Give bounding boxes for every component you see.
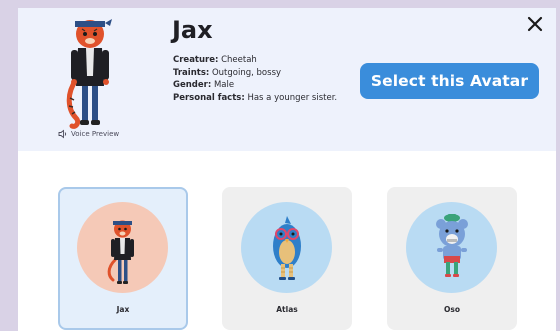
fact-value: Male: [213, 80, 235, 90]
avatar-card-jax[interactable]: Jax: [58, 187, 188, 330]
avatar-detail-header: Voice Preview Jax Creature: Cheetah Trai…: [18, 8, 556, 151]
fact-value: Has a younger sister.: [247, 92, 338, 103]
select-avatar-button[interactable]: Select this Avatar: [360, 63, 539, 99]
close-icon[interactable]: [524, 13, 546, 35]
avatar-card-label: Atlas: [276, 305, 298, 314]
fact-label: Creature:: [173, 55, 219, 65]
avatar-thumbnail: [241, 202, 332, 293]
avatar-thumbnail: [77, 202, 168, 293]
voice-preview-button[interactable]: Voice Preview: [58, 129, 119, 139]
fact-personal: Personal facts: Has a younger sister.: [173, 92, 337, 105]
voice-preview-label: Voice Preview: [71, 130, 120, 138]
fact-traits: Traints: Outgoing, bossy: [173, 67, 337, 80]
avatar-thumbnail: [406, 202, 497, 293]
avatar-card-oso[interactable]: Oso: [387, 187, 517, 330]
avatar-facts: Creature: Cheetah Traints: Outgoing, bos…: [173, 54, 337, 104]
fact-label: Gender:: [173, 80, 212, 90]
cheetah-thumbnail-icon: [107, 220, 134, 284]
fact-label: Traints:: [173, 67, 210, 78]
fact-creature: Creature: Cheetah: [173, 54, 337, 67]
avatar-card-label: Oso: [444, 305, 460, 314]
bird-thumbnail-icon: [273, 216, 301, 280]
avatar-card-label: Jax: [116, 305, 130, 314]
fact-value: Cheetah: [221, 55, 257, 65]
speaker-icon: [58, 129, 67, 139]
cheetah-avatar-illustration: [66, 19, 112, 129]
fact-gender: Gender: Male: [173, 79, 337, 92]
avatar-name-title: Jax: [172, 16, 213, 44]
avatar-modal: Voice Preview Jax Creature: Cheetah Trai…: [18, 8, 556, 331]
fact-label: Personal facts:: [173, 92, 245, 103]
avatar-card-atlas[interactable]: Atlas: [222, 187, 352, 330]
bear-thumbnail-icon: [436, 214, 468, 277]
fact-value: Outgoing, bossy: [211, 67, 282, 78]
